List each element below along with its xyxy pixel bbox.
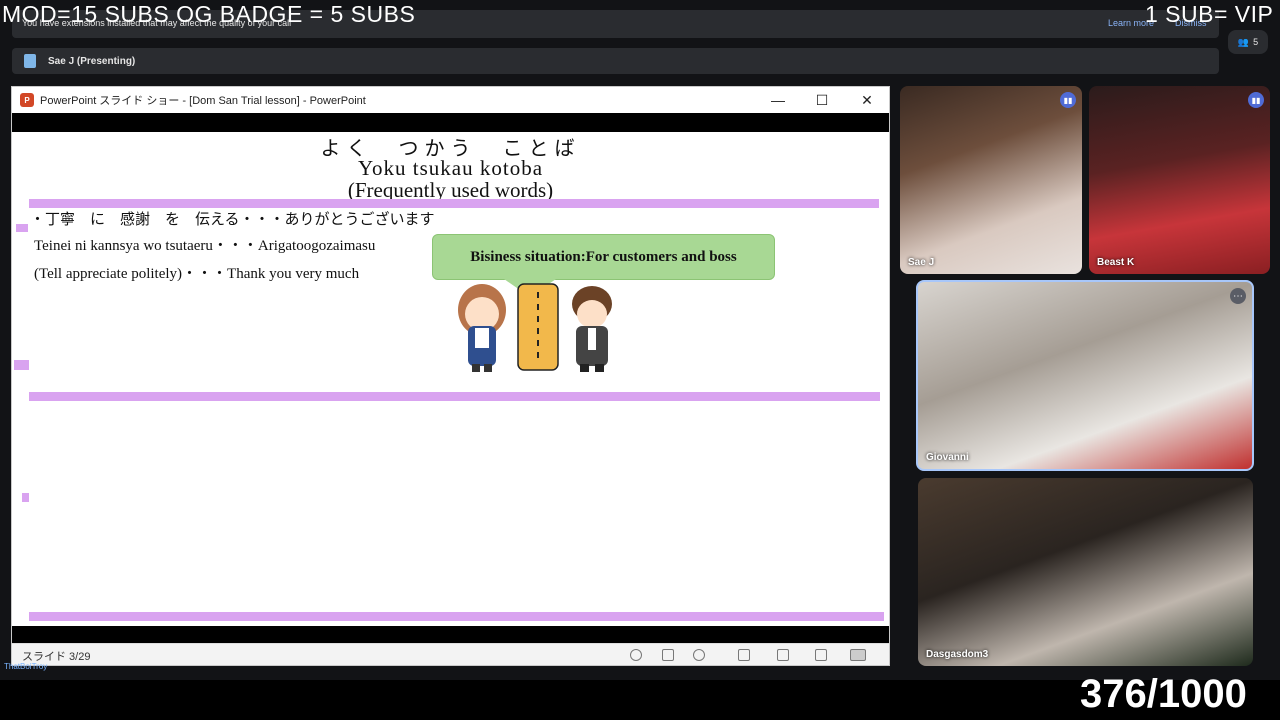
bowing-people-illustration <box>458 283 612 372</box>
reading-view-icon[interactable] <box>815 649 827 661</box>
divider-bar <box>29 199 879 208</box>
participant-name: Giovanni <box>926 452 969 463</box>
mic-active-icon: ▮▮ <box>1060 92 1076 108</box>
participant-tile[interactable]: Dasgasdom3 <box>918 478 1253 666</box>
slide-frame: よく つかう ことば Yoku tsukau kotoba (Frequentl… <box>12 113 889 645</box>
slide-canvas[interactable]: よく つかう ことば Yoku tsukau kotoba (Frequentl… <box>12 132 889 626</box>
powerpoint-window: P PowerPoint スライド ショー - [Dom San Trial l… <box>11 86 890 666</box>
phrase-romaji: Teinei ni kannsya wo tsutaeru・・・Arigatoo… <box>34 238 376 254</box>
divider-bar <box>29 392 880 401</box>
participant-name: Beast K <box>1097 257 1135 268</box>
people-icon: 👥 <box>1237 36 1250 47</box>
stream-overlay-left: MOD=15 SUBS OG BADGE = 5 SUBS <box>2 1 416 27</box>
bubble-text: Bisiness situation:For customers and bos… <box>470 248 737 265</box>
presenter-label: Sae J (Presenting) <box>48 56 136 67</box>
side-marker <box>14 360 29 370</box>
presenter-bar <box>12 48 1219 74</box>
next-slide-icon[interactable] <box>693 649 705 661</box>
phrase-en: (Tell appreciate politely)・・・Thank you v… <box>34 266 360 282</box>
speech-bubble: Bisiness situation:For customers and bos… <box>432 234 775 280</box>
presenting-icon <box>24 54 36 68</box>
previous-slide-icon[interactable] <box>630 649 642 661</box>
minimize-button[interactable]: — <box>756 87 800 113</box>
meeting-screen: You have extensions installed that may a… <box>0 0 1280 720</box>
side-marker <box>16 224 28 232</box>
normal-view-icon[interactable] <box>738 649 750 661</box>
slide-navigator-icon[interactable] <box>662 649 674 661</box>
participant-name: Sae J <box>908 257 935 268</box>
participant-name: Dasgasdom3 <box>926 649 989 660</box>
powerpoint-icon: P <box>20 93 34 107</box>
close-button[interactable]: ✕ <box>845 87 889 113</box>
slide-sorter-icon[interactable] <box>777 649 789 661</box>
phrase-jp: ・丁寧 に 感謝 を 伝える・・・ありがとうございます <box>30 212 435 228</box>
participant-tile[interactable]: ▮▮ Sae J <box>900 86 1082 274</box>
sub-goal-counter: 376/1000 <box>1080 672 1247 716</box>
chat-username: ThatBoiTroy <box>4 662 48 671</box>
window-title: PowerPoint スライド ショー - [Dom San Trial les… <box>40 95 366 107</box>
window-titlebar: P PowerPoint スライド ショー - [Dom San Trial l… <box>12 87 889 113</box>
more-options-icon[interactable]: ⋯ <box>1230 288 1246 304</box>
divider-bar <box>29 612 884 621</box>
slideshow-view-icon[interactable] <box>850 649 866 661</box>
stream-overlay-right: 1 SUB= VIP <box>1145 1 1274 27</box>
people-count: 5 <box>1253 37 1259 47</box>
participant-tile[interactable]: ⋯ Giovanni <box>916 280 1254 471</box>
participant-tile[interactable]: ▮▮ Beast K <box>1089 86 1270 274</box>
people-button[interactable]: 👥 5 <box>1228 30 1268 54</box>
side-marker <box>22 493 29 502</box>
slideshow-status-bar: スライド 3/29 <box>12 643 889 665</box>
maximize-button[interactable]: ☐ <box>800 87 844 113</box>
mic-active-icon: ▮▮ <box>1248 92 1264 108</box>
